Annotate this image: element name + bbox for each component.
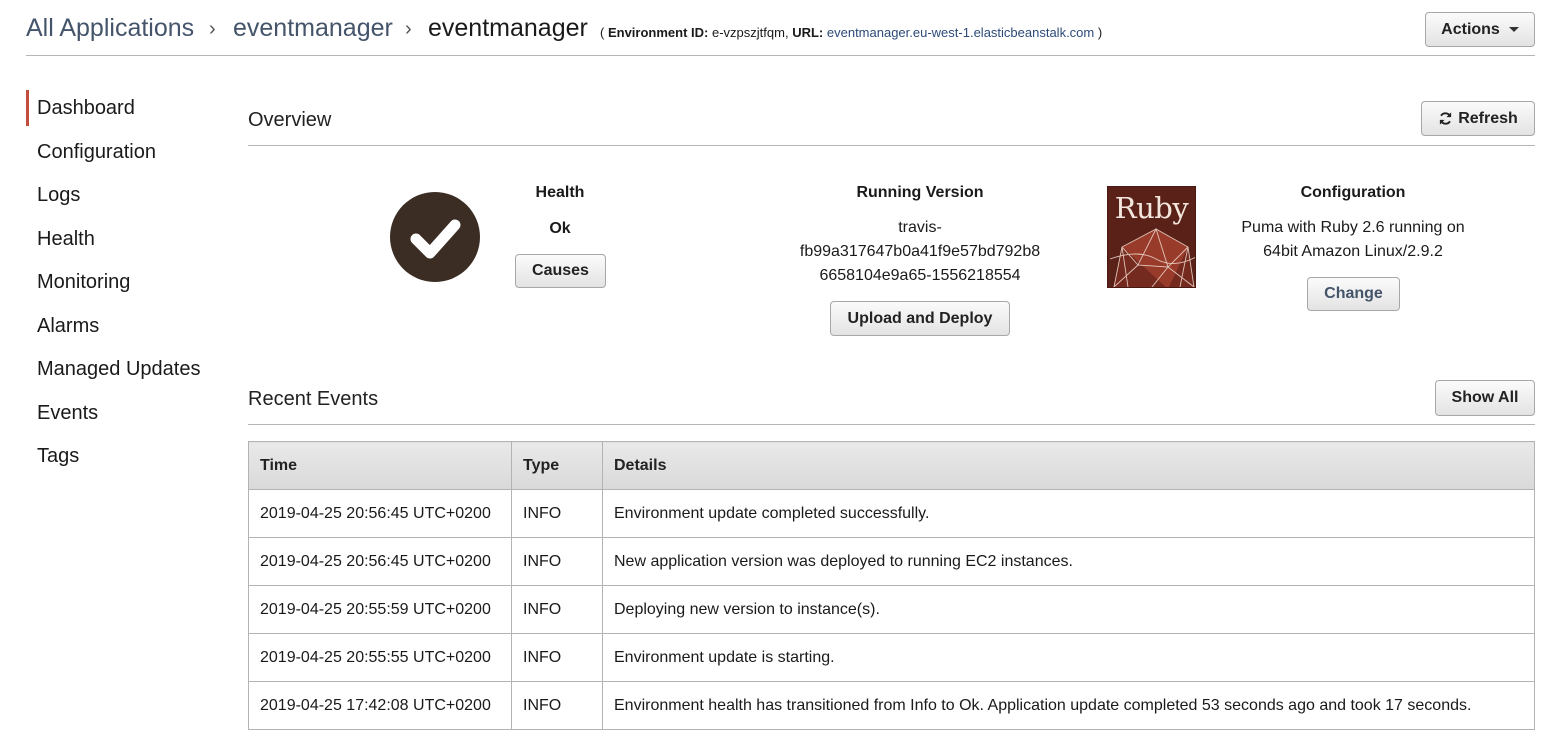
running-version-line: 6658104e9a65-1556218554 (819, 267, 1021, 284)
sidebar-item-events[interactable]: Events (26, 393, 226, 437)
env-open-paren: ( (600, 25, 605, 40)
recent-events-title: Recent Events (248, 388, 379, 410)
caret-down-icon (1508, 27, 1519, 32)
checkmark-icon (410, 219, 461, 259)
actions-button[interactable]: Actions (1425, 12, 1535, 47)
configuration-description: Puma with Ruby 2.6 running on 64bit Amaz… (1233, 216, 1473, 264)
sidebar-item-dashboard[interactable]: Dashboard (26, 88, 226, 132)
running-version-label: travis- fb99a317647b0a41f9e57bd792b8 665… (770, 216, 1070, 288)
event-type: INFO (511, 537, 603, 586)
event-type: INFO (511, 633, 603, 682)
configuration-line: Puma with Ruby 2.6 running on (1241, 219, 1465, 236)
sidebar-item-managed-updates[interactable]: Managed Updates (26, 349, 226, 393)
table-row: 2019-04-25 17:42:08 UTC+0200 INFO Enviro… (248, 681, 1535, 730)
causes-button[interactable]: Causes (515, 254, 606, 288)
running-version-line: fb99a317647b0a41f9e57bd792b8 (799, 243, 1041, 260)
sidebar-item-monitoring[interactable]: Monitoring (26, 262, 226, 306)
environment-url-link[interactable]: eventmanager.eu-west-1.elasticbeanstalk.… (827, 25, 1094, 40)
health-status: Ok (549, 220, 571, 237)
table-row: 2019-04-25 20:55:59 UTC+0200 INFO Deploy… (248, 585, 1535, 634)
page-header: All Applications › eventmanager › eventm… (26, 0, 1535, 56)
refresh-button-label: Refresh (1458, 109, 1518, 127)
events-table: Time Type Details 2019-04-25 20:56:45 UT… (248, 441, 1535, 730)
overview-divider (248, 145, 1535, 146)
event-details: Deploying new version to instance(s). (602, 585, 1535, 634)
event-details: Environment update is starting. (602, 633, 1535, 682)
configuration-title: Configuration (1300, 184, 1406, 201)
event-type: INFO (511, 489, 603, 538)
upload-and-deploy-button[interactable]: Upload and Deploy (830, 301, 1010, 336)
breadcrumb-application[interactable]: eventmanager (233, 14, 393, 43)
event-time: 2019-04-25 20:55:55 UTC+0200 (248, 633, 512, 682)
running-version-line: travis- (898, 219, 942, 236)
table-row: 2019-04-25 20:56:45 UTC+0200 INFO New ap… (248, 537, 1535, 586)
running-version-title: Running Version (856, 184, 984, 201)
health-status-indicator (390, 192, 480, 282)
change-configuration-button[interactable]: Change (1307, 277, 1400, 311)
recent-events-divider (248, 424, 1535, 425)
ruby-logo: Ruby (1107, 186, 1196, 288)
event-type: INFO (511, 585, 603, 634)
event-type: INFO (511, 681, 603, 730)
configuration-line: 64bit Amazon Linux/2.9.2 (1263, 243, 1443, 260)
sidebar-item-health[interactable]: Health (26, 219, 226, 263)
overview-title: Overview (248, 109, 332, 131)
show-all-events-button[interactable]: Show All (1435, 380, 1535, 416)
table-row: 2019-04-25 20:55:55 UTC+0200 INFO Enviro… (248, 633, 1535, 682)
sidebar-nav: Dashboard Configuration Logs Health Moni… (26, 88, 226, 480)
breadcrumb-separator: › (405, 18, 412, 40)
table-row: 2019-04-25 20:56:45 UTC+0200 INFO Enviro… (248, 489, 1535, 538)
health-title: Health (535, 184, 585, 201)
env-id-value: e-vzpszjtfqm, (712, 25, 789, 40)
column-header-time[interactable]: Time (248, 441, 512, 490)
column-header-details[interactable]: Details (602, 441, 1535, 490)
event-time: 2019-04-25 20:56:45 UTC+0200 (248, 537, 512, 586)
sidebar-item-alarms[interactable]: Alarms (26, 306, 226, 350)
column-header-type[interactable]: Type (511, 441, 603, 490)
actions-button-label: Actions (1441, 20, 1500, 38)
event-time: 2019-04-25 20:56:45 UTC+0200 (248, 489, 512, 538)
breadcrumb-all-applications[interactable]: All Applications (26, 14, 194, 43)
environment-info: ( Environment ID: e-vzpszjtfqm, URL: eve… (600, 25, 1102, 40)
refresh-icon (1440, 112, 1452, 125)
refresh-button[interactable]: Refresh (1421, 101, 1535, 136)
environment-title: eventmanager (428, 14, 588, 42)
ruby-gem-graphic (1109, 227, 1195, 287)
env-close-paren: ) (1097, 25, 1103, 40)
event-details: Environment health has transitioned from… (602, 681, 1535, 730)
table-header-row: Time Type Details (248, 441, 1535, 490)
event-details: Environment update completed successfull… (602, 489, 1535, 538)
event-time: 2019-04-25 20:55:59 UTC+0200 (248, 585, 512, 634)
event-details: New application version was deployed to … (602, 537, 1535, 586)
breadcrumb-separator: › (209, 18, 216, 40)
env-id-label: Environment ID: (607, 25, 709, 40)
sidebar-item-logs[interactable]: Logs (26, 175, 226, 219)
sidebar-item-tags[interactable]: Tags (26, 436, 226, 480)
sidebar-item-configuration[interactable]: Configuration (26, 132, 226, 176)
event-time: 2019-04-25 17:42:08 UTC+0200 (248, 681, 512, 730)
url-label: URL: (792, 25, 824, 40)
